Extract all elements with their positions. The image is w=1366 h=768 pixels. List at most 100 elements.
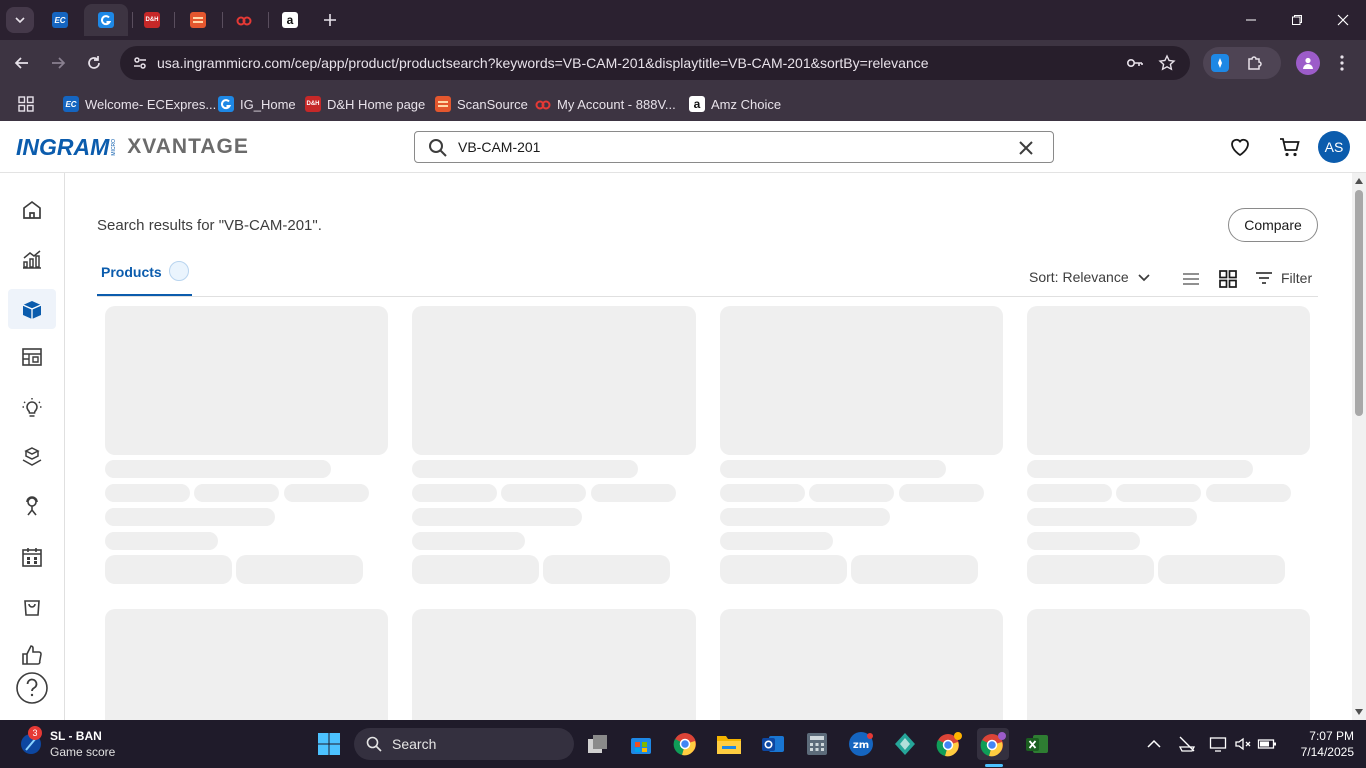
nav-products[interactable] xyxy=(8,289,56,329)
battery-icon[interactable] xyxy=(1257,735,1277,753)
site-info-icon[interactable] xyxy=(132,55,148,71)
notification-badge: 3 xyxy=(28,726,42,740)
ingram-xvantage-logo[interactable]: INGRAM MICRO XVANTAGE xyxy=(16,134,249,160)
close-window-button[interactable] xyxy=(1320,0,1366,40)
tab-search-button[interactable] xyxy=(6,7,34,33)
start-button[interactable] xyxy=(313,728,345,760)
search-results-title: Search results for "VB-CAM-201". xyxy=(97,217,322,234)
browser-menu-button[interactable] xyxy=(1328,49,1356,77)
cart-icon[interactable] xyxy=(1278,135,1302,159)
minimize-icon xyxy=(1246,19,1256,21)
new-tab-button[interactable] xyxy=(308,4,352,36)
url-text: usa.ingrammicro.com/cep/app/product/prod… xyxy=(157,55,929,71)
bookmark-scansource[interactable]: ScanSource xyxy=(435,91,528,117)
chrome-active-app[interactable] xyxy=(977,728,1009,760)
nav-ideas[interactable] xyxy=(8,388,56,428)
file-explorer-app[interactable] xyxy=(713,728,745,760)
tabs-divider xyxy=(97,296,1318,297)
list-view-button[interactable] xyxy=(1179,267,1203,291)
excel-app[interactable] xyxy=(1021,728,1053,760)
system-clock[interactable]: 7:07 PM 7/14/2025 xyxy=(1284,728,1354,760)
user-avatar[interactable]: AS xyxy=(1318,131,1350,163)
sort-dropdown[interactable]: Sort: Relevance xyxy=(1029,269,1151,285)
scroll-up-icon[interactable] xyxy=(1355,177,1363,185)
ingram-favicon-icon xyxy=(98,12,114,28)
bookmark-ecexpress[interactable]: EC Welcome- ECExpres... xyxy=(63,91,216,117)
chart-growth-icon xyxy=(23,250,41,269)
search-icon[interactable] xyxy=(428,138,448,158)
bookmark-label: ScanSource xyxy=(457,96,528,112)
scroll-down-icon[interactable] xyxy=(1355,708,1363,716)
network-off-icon[interactable] xyxy=(1178,735,1196,753)
zoom-app[interactable]: zm xyxy=(845,728,877,760)
left-navigation xyxy=(0,173,65,720)
browser-tab-amazon[interactable]: a xyxy=(268,4,312,36)
grid-view-icon xyxy=(1219,270,1237,288)
help-button[interactable] xyxy=(8,668,56,708)
ingram-favicon-icon xyxy=(218,96,234,112)
clear-search-icon[interactable] xyxy=(1017,139,1035,157)
active-app-indicator xyxy=(985,764,1003,767)
microsoft-store-app[interactable] xyxy=(625,728,657,760)
nav-support[interactable] xyxy=(8,486,56,526)
person-icon xyxy=(1303,57,1313,69)
nav-calendar[interactable] xyxy=(8,537,56,577)
calculator-app[interactable] xyxy=(801,728,833,760)
password-key-icon[interactable] xyxy=(1126,54,1144,72)
bookmark-star-icon[interactable] xyxy=(1158,54,1176,72)
diamond-app[interactable] xyxy=(889,728,921,760)
profile-avatar[interactable] xyxy=(1296,51,1320,75)
reload-button[interactable] xyxy=(80,49,108,77)
bookmark-amz-choice[interactable]: a Amz Choice xyxy=(689,91,781,117)
nav-store[interactable] xyxy=(8,337,56,377)
back-button[interactable] xyxy=(8,49,36,77)
browser-tab-888voip[interactable] xyxy=(222,4,266,36)
taskbar-search[interactable]: Search xyxy=(354,728,574,760)
tab-products[interactable]: Products xyxy=(97,255,192,297)
extension-icon[interactable] xyxy=(1211,54,1229,72)
browser-tab-scansource[interactable] xyxy=(176,4,220,36)
product-search-box xyxy=(414,131,1054,163)
search-input[interactable] xyxy=(458,137,998,157)
browser-tab-ingram[interactable] xyxy=(84,4,128,36)
minimize-button[interactable] xyxy=(1228,0,1274,40)
favorites-heart-icon[interactable] xyxy=(1228,135,1252,159)
filter-button[interactable]: Filter xyxy=(1255,269,1312,287)
dh-favicon-icon: D&H xyxy=(305,96,321,112)
widget-title: SL - BAN xyxy=(50,729,102,743)
browser-tab-dh[interactable]: D&H xyxy=(130,4,174,36)
address-bar[interactable]: usa.ingrammicro.com/cep/app/product/prod… xyxy=(120,46,1190,80)
grid-view-button[interactable] xyxy=(1216,267,1240,291)
volume-muted-icon[interactable] xyxy=(1234,735,1252,753)
chevron-up-icon[interactable] xyxy=(1146,736,1162,752)
scrollbar-thumb[interactable] xyxy=(1355,190,1363,416)
nav-solutions[interactable] xyxy=(8,437,56,477)
compare-button[interactable]: Compare xyxy=(1228,208,1318,242)
restore-button[interactable] xyxy=(1274,0,1320,40)
calendar-icon xyxy=(22,548,42,567)
apps-button[interactable] xyxy=(18,91,34,117)
chrome-app[interactable] xyxy=(669,728,701,760)
chrome-icon xyxy=(980,732,1006,757)
logo-micro-text: MICRO xyxy=(111,138,118,156)
forward-button[interactable] xyxy=(44,49,72,77)
nav-home[interactable] xyxy=(8,190,56,230)
chrome-profile-app[interactable] xyxy=(933,728,965,760)
task-view-button[interactable] xyxy=(582,728,614,760)
bookmark-dh-home[interactable]: D&H D&H Home page xyxy=(305,91,425,117)
tab-products-label: Products xyxy=(101,264,162,280)
page-scrollbar[interactable] xyxy=(1352,173,1366,720)
display-icon[interactable] xyxy=(1209,735,1227,753)
amazon-favicon-icon: a xyxy=(689,96,705,112)
browser-tab-ecexpress[interactable]: EC xyxy=(38,4,82,36)
clock-date: 7/14/2025 xyxy=(1300,745,1354,759)
weather-widget[interactable]: 3 SL - BAN Game score xyxy=(18,726,138,762)
puzzle-icon[interactable] xyxy=(1245,53,1265,73)
bookmark-ig-home[interactable]: IG_Home xyxy=(218,91,296,117)
product-card-skeleton xyxy=(412,609,696,720)
nav-orders[interactable] xyxy=(8,586,56,626)
bookmark-my-account[interactable]: My Account - 888V... xyxy=(535,91,676,117)
outlook-app[interactable] xyxy=(757,728,789,760)
scansource-favicon-icon xyxy=(190,12,206,28)
nav-analytics[interactable] xyxy=(8,239,56,279)
